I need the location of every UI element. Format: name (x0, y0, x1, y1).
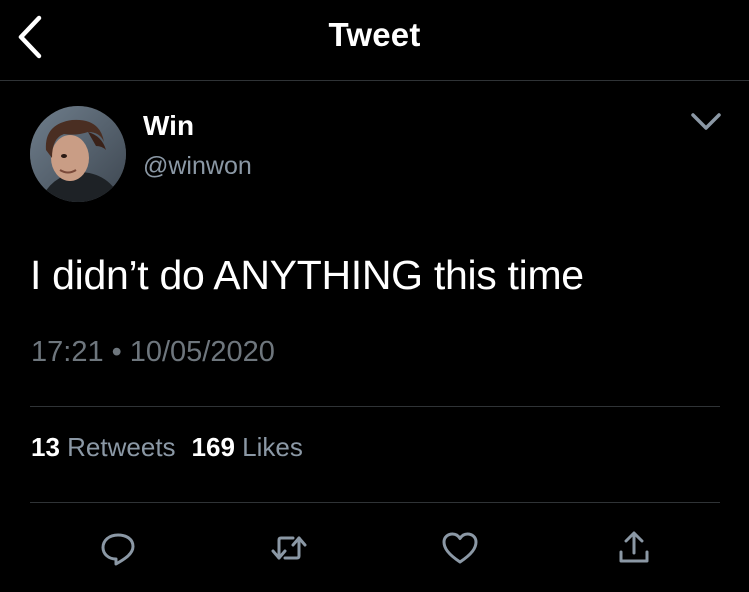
page-title: Tweet (328, 16, 421, 53)
divider (30, 406, 720, 407)
more-options-button[interactable] (684, 104, 728, 140)
top-bar: Tweet (0, 0, 749, 81)
tweet-stats: 13 Retweets 169 Likes (31, 432, 303, 463)
avatar[interactable] (30, 106, 126, 202)
likes-count: 169 (191, 432, 235, 462)
author-handle[interactable]: @winwon (143, 152, 252, 181)
likes-stat[interactable]: 169 Likes (192, 432, 303, 463)
retweets-count: 13 (31, 432, 60, 462)
share-button[interactable] (614, 528, 654, 568)
likes-label: Likes (242, 432, 303, 462)
retweet-icon (271, 536, 307, 560)
retweet-button[interactable] (269, 528, 309, 568)
author-display-name[interactable]: Win (143, 110, 194, 142)
retweets-stat[interactable]: 13 Retweets (31, 432, 176, 463)
tweet-date: 10/05/2020 (129, 336, 275, 368)
share-icon (619, 531, 649, 563)
reply-icon (101, 533, 135, 566)
tweet-timestamp[interactable]: 17:21 • 10/05/2020 (31, 336, 275, 369)
profile-photo (30, 106, 126, 202)
reply-button[interactable] (98, 528, 138, 568)
meta-separator: • (111, 336, 122, 368)
chevron-down-icon (691, 113, 721, 130)
like-button[interactable] (440, 528, 480, 568)
divider (30, 502, 720, 503)
tweet-time: 17:21 (31, 336, 104, 368)
heart-icon (442, 532, 478, 564)
tweet-text: I didn’t do ANYTHING this time (30, 252, 584, 298)
retweets-label: Retweets (67, 432, 176, 462)
